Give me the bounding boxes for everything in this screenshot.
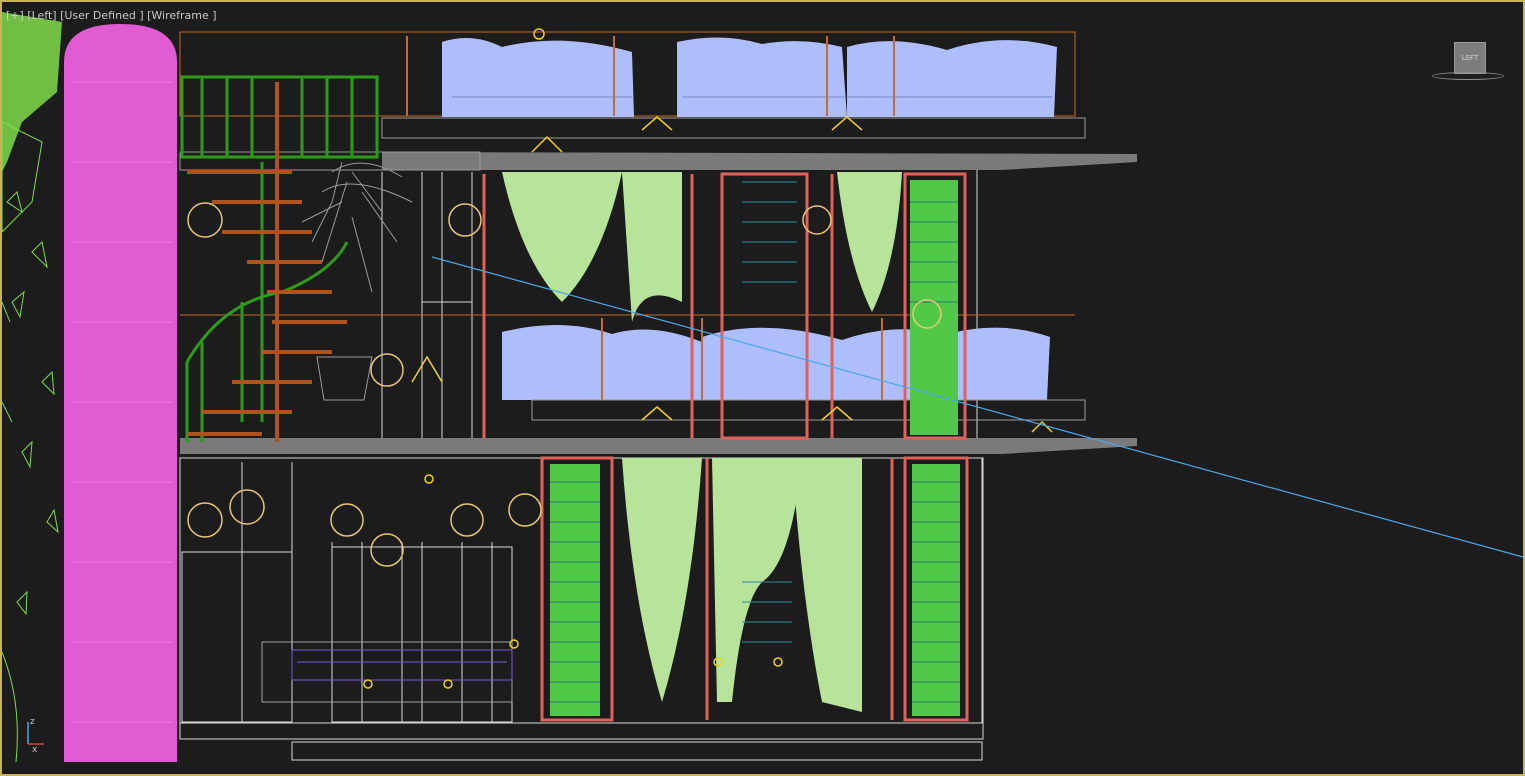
- axis-z-label: z: [30, 717, 35, 727]
- cushions-top: [442, 37, 1057, 118]
- viewcube[interactable]: LEFT: [1430, 40, 1506, 80]
- axis-gizmo: z x: [27, 717, 44, 754]
- axis-x-label: x: [32, 745, 38, 754]
- viewport-left-wireframe[interactable]: [+] [Left] [User Defined ] [Wireframe ]: [0, 0, 1525, 776]
- viewcube-face-left[interactable]: LEFT: [1454, 42, 1486, 74]
- spiral-staircase: [180, 75, 379, 442]
- pink-column: [64, 24, 177, 762]
- cushions-mid: [502, 324, 1050, 400]
- viewport-label[interactable]: [+] [Left] [User Defined ] [Wireframe ]: [6, 9, 217, 22]
- viewcube-ring[interactable]: [1432, 72, 1504, 80]
- foliage-left: [2, 12, 62, 763]
- potted-tree: [301, 161, 413, 401]
- scene-wireframe-canvas[interactable]: [2, 2, 1523, 774]
